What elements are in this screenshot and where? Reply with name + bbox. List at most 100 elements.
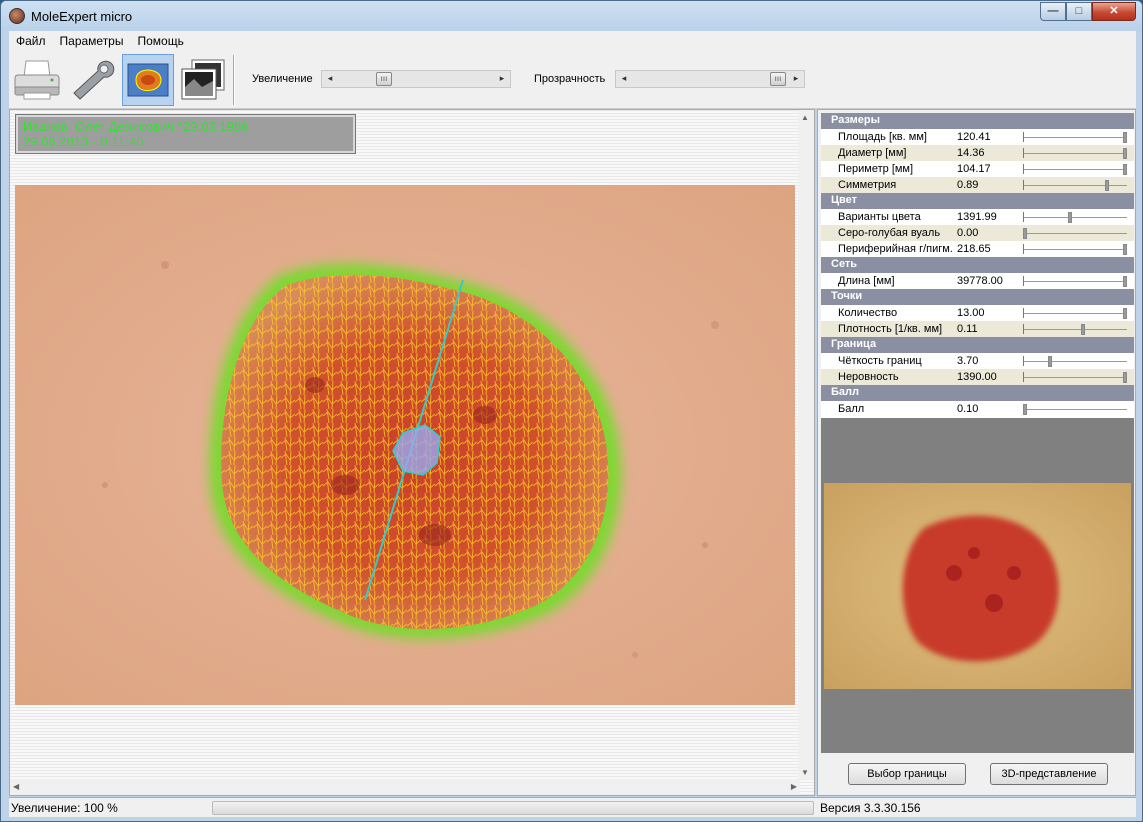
section-header: Цвет (821, 193, 1134, 209)
menu-bar: Файл Параметры Помощь (9, 31, 1136, 51)
status-progress-bar (212, 801, 814, 815)
parameter-row: Количество 13.00 (821, 305, 1134, 321)
section-header: Размеры (821, 113, 1134, 129)
patient-info-box: Иванов, Олег Денисович *29.03.1966 29.06… (15, 114, 356, 154)
opacity-label: Прозрачность (534, 73, 606, 85)
parameter-name: Симметрия (838, 179, 897, 191)
parameter-row: Серо-голубая вуаль 0.00 (821, 225, 1134, 241)
parameter-gauge-start (1023, 324, 1024, 334)
slider-right-arrow-icon[interactable]: ▸ (791, 73, 801, 84)
status-version: Версия 3.3.30.156 (820, 801, 921, 815)
exam-datetime: 29.06.2013 - 0:11:40 (23, 135, 144, 149)
parameter-gauge-start (1023, 356, 1024, 366)
menu-file[interactable]: Файл (9, 31, 53, 51)
parameter-name: Диаметр [мм] (838, 147, 907, 159)
images-icon[interactable] (177, 54, 229, 106)
parameter-gauge-track (1023, 281, 1127, 282)
parameter-gauge-track (1023, 169, 1127, 170)
maximize-button[interactable]: □ (1066, 2, 1092, 21)
3d-view-button[interactable]: 3D-представление (990, 763, 1108, 785)
wrench-icon[interactable] (65, 54, 117, 106)
zoom-label: Увеличение (252, 73, 313, 85)
slider-left-arrow-icon[interactable]: ◂ (325, 73, 335, 84)
toolbar-separator (233, 55, 235, 105)
parameter-gauge-marker (1068, 212, 1072, 223)
canvas-horizontal-scrollbar[interactable]: ◀ ▶ (10, 779, 800, 795)
menu-parameters[interactable]: Параметры (53, 31, 131, 51)
parameter-gauge-start (1023, 276, 1024, 286)
status-zoom: Увеличение: 100 % (11, 801, 118, 815)
parameter-name: Периметр [мм] (838, 163, 914, 175)
minimize-button[interactable]: — (1040, 2, 1066, 21)
parameter-gauge-marker (1123, 164, 1127, 175)
parameter-gauge-marker (1123, 132, 1127, 143)
printer-icon[interactable] (11, 54, 63, 106)
parameter-name: Серо-голубая вуаль (838, 227, 941, 239)
slider-left-arrow-icon[interactable]: ◂ (619, 73, 629, 84)
close-button[interactable]: ✕ (1092, 2, 1136, 21)
parameter-gauge-marker (1123, 308, 1127, 319)
parameter-row: Симметрия 0.89 (821, 177, 1134, 193)
menu-help[interactable]: Помощь (130, 31, 190, 51)
parameter-gauge-track (1023, 185, 1127, 186)
parameter-row: Периферийная г/пигм. 218.65 (821, 241, 1134, 257)
scroll-right-arrow-icon[interactable]: ▶ (791, 782, 797, 791)
slider-right-arrow-icon[interactable]: ▸ (497, 73, 507, 84)
parameter-value: 120.41 (957, 131, 991, 143)
parameter-name: Площадь [кв. мм] (838, 131, 927, 143)
section-header: Точки (821, 289, 1134, 305)
parameter-value: 1390.00 (957, 371, 997, 383)
parameter-value: 3.70 (957, 355, 979, 367)
parameter-value: 1391.99 (957, 211, 997, 223)
parameter-gauge-marker (1048, 356, 1052, 367)
opacity-slider[interactable]: ◂ ııı ▸ (615, 70, 805, 88)
parameter-gauge-marker (1081, 324, 1085, 335)
parameter-row: Площадь [кв. мм] 120.41 (821, 129, 1134, 145)
parameter-gauge-start (1023, 212, 1024, 222)
parameter-row: Варианты цвета 1391.99 (821, 209, 1134, 225)
parameter-gauge-marker (1123, 244, 1127, 255)
parameter-value: 0.00 (957, 227, 979, 239)
parameter-value: 14.36 (957, 147, 985, 159)
zoom-slider-thumb[interactable]: ııı (376, 72, 392, 86)
scroll-up-arrow-icon[interactable]: ▲ (801, 113, 809, 122)
status-bar: Увеличение: 100 % Версия 3.3.30.156 (9, 797, 1136, 817)
parameter-gauge-marker (1105, 180, 1109, 191)
preview-thumbnail[interactable] (824, 483, 1131, 689)
window-title: MoleExpert micro (31, 9, 133, 24)
parameter-gauge-start (1023, 308, 1024, 318)
opacity-slider-thumb[interactable]: ııı (770, 72, 786, 86)
zoom-slider[interactable]: ◂ ııı ▸ (321, 70, 511, 88)
border-select-button[interactable]: Выбор границы (848, 763, 966, 785)
parameter-row: Неровность 1390.00 (821, 369, 1134, 385)
parameter-row: Длина [мм] 39778.00 (821, 273, 1134, 289)
parameter-name: Варианты цвета (838, 211, 921, 223)
parameter-gauge-marker (1123, 276, 1127, 287)
parameter-gauge-track (1023, 153, 1127, 154)
parameter-gauge-track (1023, 361, 1127, 362)
window-controls: — □ ✕ (1040, 2, 1136, 22)
section-header: Граница (821, 337, 1134, 353)
app-window: MoleExpert micro — □ ✕ Файл Параметры По… (0, 0, 1143, 822)
parameter-gauge-marker (1123, 148, 1127, 159)
scroll-down-arrow-icon[interactable]: ▼ (801, 768, 809, 777)
title-bar: MoleExpert micro — □ ✕ (1, 1, 1142, 31)
parameter-gauge-track (1023, 313, 1127, 314)
parameter-gauge-start (1023, 164, 1024, 174)
mole-segmentation-icon[interactable] (122, 54, 174, 106)
parameter-value: 104.17 (957, 163, 991, 175)
parameter-gauge-start (1023, 132, 1024, 142)
parameter-name: Балл (838, 403, 865, 415)
canvas-vertical-scrollbar[interactable]: ▲ ▼ (798, 110, 814, 780)
image-canvas[interactable]: Иванов, Олег Денисович *29.03.1966 29.06… (9, 109, 815, 796)
dermoscopy-image[interactable] (15, 185, 795, 705)
parameters-table: Размеры Площадь [кв. мм] 120.41 Диаметр [мм… (821, 113, 1134, 418)
parameter-gauge-start (1023, 180, 1024, 190)
scroll-left-arrow-icon[interactable]: ◀ (13, 782, 19, 791)
parameter-gauge-track (1023, 217, 1127, 218)
parameter-value: 0.89 (957, 179, 979, 191)
parameter-gauge-track (1023, 249, 1127, 250)
parameter-gauge-track (1023, 377, 1127, 378)
parameter-gauge-start (1023, 148, 1024, 158)
parameter-gauge-marker (1023, 228, 1027, 239)
